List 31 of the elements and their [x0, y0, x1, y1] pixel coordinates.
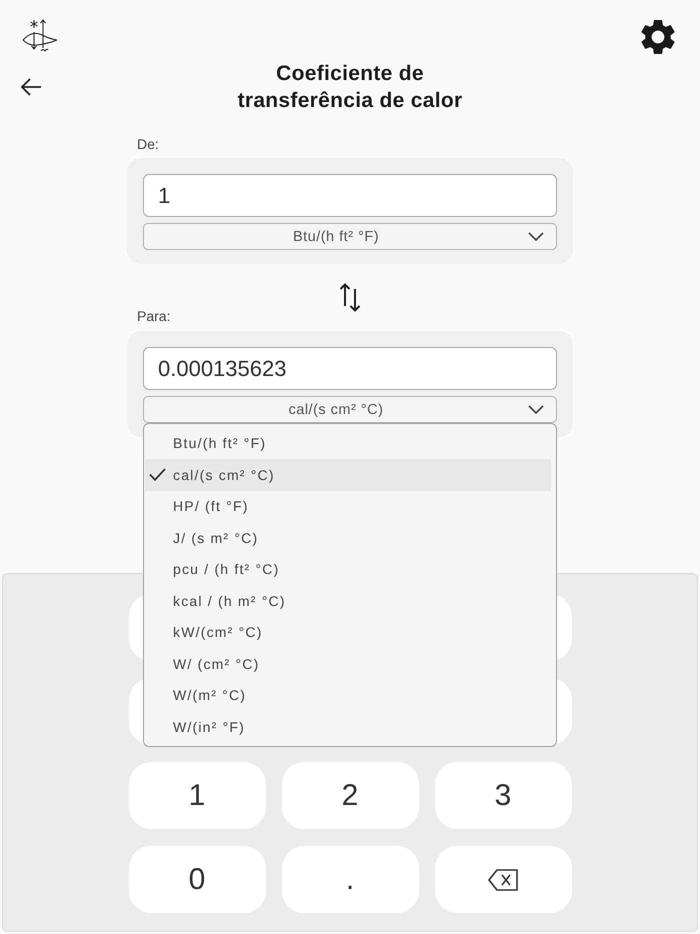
field-label: Para: — [137, 307, 170, 325]
check-icon — [149, 468, 166, 482]
menu-item[interactable]: Btu/(h ft² °F) — [145, 428, 551, 459]
unit-dropdown[interactable]: cal/(s cm² °C) — [143, 396, 557, 423]
page-title: Coeficiente de transferência de calor — [236, 61, 464, 114]
backspace-icon — [488, 868, 518, 890]
keypad-button[interactable]: . — [282, 846, 418, 913]
chevron-down-icon — [528, 405, 544, 414]
menu-item[interactable]: W/(in² °F) — [145, 711, 551, 742]
input-field[interactable]: 1 — [143, 174, 557, 217]
menu-item[interactable]: W/(m² °C) — [145, 680, 551, 711]
logo-icon — [22, 18, 58, 52]
swap-arrows-icon[interactable] — [338, 283, 362, 312]
keypad-button[interactable]: 0 — [128, 846, 266, 913]
keypad-button[interactable]: 1 — [128, 762, 266, 829]
input-field[interactable]: 0.000135623 — [143, 347, 557, 390]
settings-icon[interactable] — [641, 20, 675, 54]
menu-item[interactable]: kcal / (h m² °C) — [145, 585, 551, 616]
chevron-down-icon — [528, 232, 544, 241]
menu-item[interactable]: pcu / (h ft² °C) — [145, 554, 551, 585]
field-label: De: — [137, 135, 159, 153]
back-arrow-icon[interactable] — [20, 77, 42, 97]
menu-item[interactable]: HP/ (ft °F) — [145, 490, 551, 522]
menu-item[interactable]: kW/(cm² °C) — [145, 616, 551, 648]
menu-item[interactable]: J/ (s m² °C) — [145, 522, 551, 554]
menu-item[interactable]: W/ (cm² °C) — [145, 648, 551, 680]
keypad-button[interactable]: 3 — [434, 762, 572, 829]
unit-dropdown[interactable]: Btu/(h ft² °F) — [143, 223, 557, 250]
keypad-button[interactable]: 2 — [282, 762, 418, 829]
menu-item[interactable]: cal/(s cm² °C) — [145, 459, 551, 490]
backspace-button[interactable] — [434, 846, 572, 913]
